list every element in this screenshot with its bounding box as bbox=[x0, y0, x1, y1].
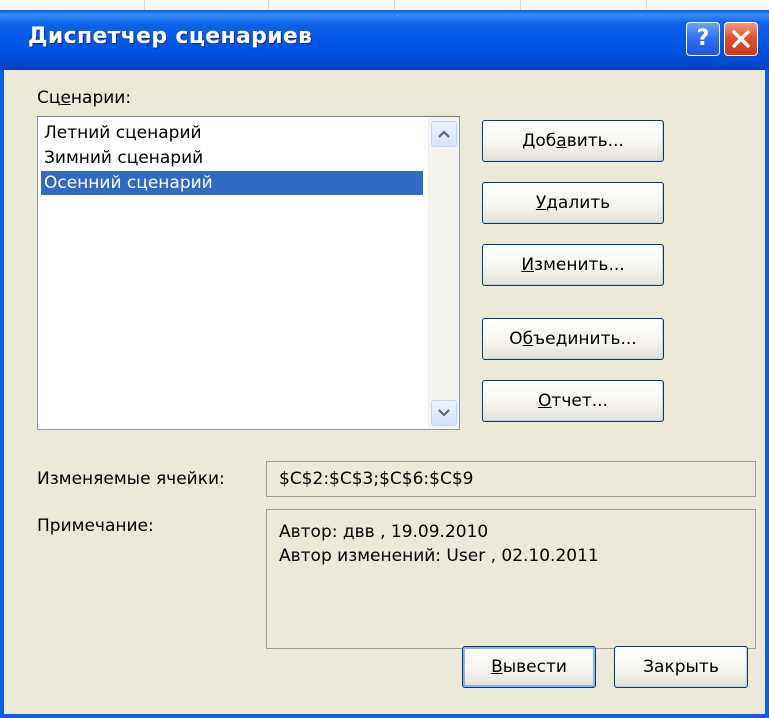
comment-label: Примечание: bbox=[37, 516, 154, 536]
changing-cells-value: $C$2:$C$3;$C$6:$C$9 bbox=[266, 461, 756, 497]
scroll-down-button[interactable] bbox=[431, 400, 457, 426]
show-button[interactable]: Вывести bbox=[462, 646, 596, 688]
dialog-title: Диспетчер сценариев bbox=[28, 24, 313, 49]
edit-button[interactable]: Изменить... bbox=[482, 244, 664, 286]
scenario-list[interactable]: Летний сценарий Зимний сценарий Осенний … bbox=[37, 116, 460, 430]
scenario-item-selected[interactable]: Осенний сценарий bbox=[41, 171, 423, 195]
vertical-scrollbar[interactable] bbox=[428, 117, 459, 429]
scenario-item[interactable]: Летний сценарий bbox=[41, 121, 423, 145]
scroll-up-button[interactable] bbox=[431, 121, 457, 147]
title-bar[interactable]: Диспетчер сценариев ? bbox=[0, 10, 769, 70]
scenario-item[interactable]: Зимний сценарий bbox=[41, 146, 423, 170]
help-button[interactable]: ? bbox=[686, 22, 720, 56]
close-window-button[interactable] bbox=[724, 22, 758, 56]
question-icon: ? bbox=[696, 26, 710, 51]
chevron-up-icon bbox=[438, 130, 450, 138]
delete-button[interactable]: Удалить bbox=[482, 182, 664, 224]
comment-line: Автор: двв , 19.09.2010 bbox=[279, 522, 489, 542]
close-x-icon bbox=[732, 30, 750, 48]
merge-button[interactable]: Объединить... bbox=[482, 318, 664, 360]
scenario-manager-dialog: Диспетчер сценариев ? Сценарии: Летний с… bbox=[0, 10, 769, 718]
report-button[interactable]: Отчет... bbox=[482, 380, 664, 422]
scenarios-label: Сценарии: bbox=[37, 88, 132, 108]
changing-cells-label: Изменяемые ячейки: bbox=[37, 469, 225, 489]
chevron-down-icon bbox=[438, 409, 450, 417]
add-button[interactable]: Добавить... bbox=[482, 120, 664, 162]
close-button[interactable]: Закрыть bbox=[614, 646, 748, 688]
dialog-content: Сценарии: Летний сценарий Зимний сценари… bbox=[4, 70, 765, 718]
comment-box: Автор: двв , 19.09.2010 Автор изменений:… bbox=[266, 509, 756, 649]
comment-line: Автор изменений: User , 02.10.2011 bbox=[279, 546, 599, 566]
